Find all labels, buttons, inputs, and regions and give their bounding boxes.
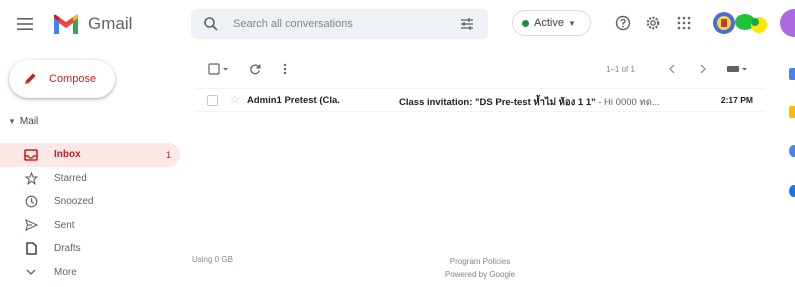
checkbox-icon <box>208 63 228 75</box>
inbox-icon <box>24 148 38 162</box>
clock-icon <box>24 195 38 209</box>
pagination-label: 1–1 of 1 <box>606 65 635 74</box>
keyboard-icon <box>727 66 747 72</box>
compose-button[interactable]: Compose <box>9 60 115 98</box>
sidebar-item-sent[interactable]: Sent <box>0 214 180 238</box>
side-panel-rail <box>781 0 795 287</box>
unread-count: 1 <box>165 149 171 160</box>
status-dot <box>522 19 529 27</box>
star-icon <box>24 171 38 185</box>
apps-grid-icon <box>677 16 691 30</box>
email-sender: Admin1 Pretest (Cla. <box>247 95 340 106</box>
sidebar-item-label: Starred <box>54 172 87 184</box>
draft-icon <box>24 242 38 256</box>
older-button[interactable] <box>697 60 709 78</box>
gear-icon <box>646 16 660 30</box>
keep-icon[interactable] <box>789 106 795 118</box>
powered-by-text: Powered by Google <box>444 270 516 279</box>
chevron-right-icon <box>700 64 706 74</box>
top-bar: Gmail Active ▼ <box>0 0 795 50</box>
sidebar-nav: Inbox 1 Starred Snoozed Sent Drafts More <box>0 143 180 284</box>
help-button[interactable] <box>613 13 633 33</box>
more-options-button[interactable] <box>279 60 291 78</box>
email-checkbox[interactable] <box>207 95 218 106</box>
organization-logo-icon[interactable] <box>712 8 774 38</box>
compose-label: Compose <box>49 73 97 85</box>
email-time: 2:17 PM <box>720 95 753 105</box>
gmail-logo-icon[interactable] <box>52 13 80 35</box>
status-label: Active <box>534 17 564 29</box>
apps-button[interactable] <box>674 13 694 33</box>
sidebar-item-drafts[interactable]: Drafts <box>0 237 180 261</box>
star-icon[interactable]: ☆ <box>230 93 240 106</box>
sidebar-item-label: Inbox <box>54 149 81 161</box>
email-row[interactable]: ☆ Admin1 Pretest (Cla. Class invitation:… <box>195 88 765 112</box>
refresh-icon <box>250 64 261 75</box>
hamburger-icon <box>17 18 33 30</box>
settings-button[interactable] <box>643 13 663 33</box>
sidebar-item-more[interactable]: More <box>0 261 180 285</box>
chevron-down-icon: ▼ <box>8 117 16 126</box>
main-menu-button[interactable] <box>14 13 36 35</box>
mail-section-label: Mail <box>19 116 39 127</box>
mail-section-header[interactable]: ▼ Mail <box>8 116 38 127</box>
sidebar-item-label: Sent <box>54 219 75 231</box>
sidebar-item-snoozed[interactable]: Snoozed <box>0 190 180 214</box>
storage-usage: Using 0 GB <box>192 255 233 264</box>
sidebar-item-label: Drafts <box>54 243 81 255</box>
sidebar-item-label: Snoozed <box>54 196 94 208</box>
chevron-down-icon <box>24 265 38 279</box>
footer-links: Program Policies Powered by Google <box>415 255 545 281</box>
search-options-icon[interactable] <box>459 16 475 32</box>
email-subject: Class invitation: "DS Pre-test ห้ำไม่ ห้… <box>399 97 596 108</box>
chevron-down-icon: ▼ <box>567 18 576 28</box>
email-snippet: - Hi 0000 ทด... <box>595 97 660 108</box>
mail-toolbar: 1–1 of 1 <box>195 56 765 82</box>
app-title: Gmail <box>88 14 133 33</box>
tasks-icon[interactable] <box>789 145 795 157</box>
pencil-icon <box>25 73 36 84</box>
refresh-button[interactable] <box>247 60 263 78</box>
search-bar[interactable] <box>191 9 488 39</box>
status-dropdown[interactable]: Active ▼ <box>512 10 591 36</box>
chevron-left-icon <box>668 64 674 74</box>
more-vertical-icon <box>283 63 287 75</box>
search-icon[interactable] <box>203 16 219 32</box>
send-icon <box>24 218 38 232</box>
sidebar-item-inbox[interactable]: Inbox 1 <box>0 143 180 167</box>
email-subject-line: Class invitation: "DS Pre-test ห้ำไม่ ห้… <box>399 95 660 110</box>
help-icon <box>615 15 631 31</box>
program-policies-link[interactable]: Program Policies <box>415 255 545 268</box>
newer-button[interactable] <box>665 60 677 78</box>
sidebar-item-starred[interactable]: Starred <box>0 167 180 191</box>
sidebar-item-label: More <box>54 266 77 278</box>
input-tools-button[interactable] <box>725 60 749 78</box>
calendar-icon[interactable] <box>789 68 795 80</box>
select-all-checkbox[interactable] <box>207 60 231 78</box>
search-input[interactable] <box>233 9 433 39</box>
contacts-icon[interactable] <box>789 185 795 197</box>
